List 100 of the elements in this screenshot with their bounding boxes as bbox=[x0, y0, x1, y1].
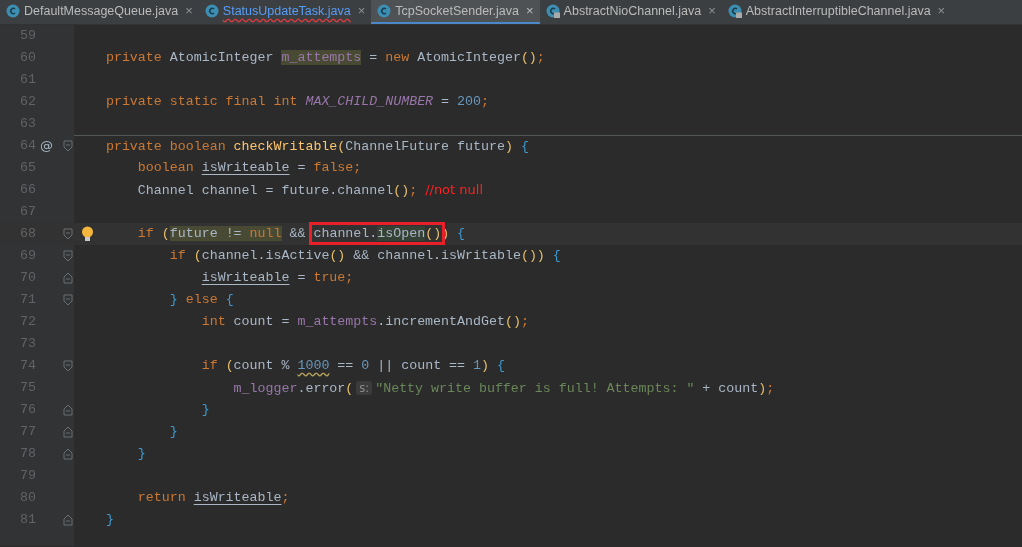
file-tab[interactable]: AbstractNioChannel.java × bbox=[539, 0, 722, 24]
code-token: = bbox=[297, 270, 307, 285]
code-token: ; bbox=[520, 314, 529, 329]
code-token: } bbox=[201, 402, 210, 417]
file-tab[interactable]: DefaultMessageQueue.java × bbox=[0, 0, 199, 24]
code-token: count = bbox=[233, 314, 291, 329]
fold-icon[interactable] bbox=[63, 140, 73, 152]
code-token: 1000 bbox=[297, 358, 330, 373]
fold-icon[interactable] bbox=[63, 514, 73, 526]
code-token: () bbox=[425, 226, 442, 241]
code-token: ) bbox=[504, 139, 513, 154]
close-icon[interactable]: × bbox=[185, 1, 193, 21]
code-token: { bbox=[225, 292, 234, 307]
class-icon bbox=[6, 4, 20, 18]
code-token: private bbox=[105, 50, 163, 65]
code-token: 200 bbox=[457, 94, 481, 109]
code-token: ( bbox=[337, 139, 346, 154]
locked-class-icon bbox=[545, 4, 560, 18]
comment-text: //not null bbox=[425, 182, 483, 197]
code-token: ; bbox=[536, 50, 545, 65]
code-token: && channel.isWritable bbox=[353, 248, 521, 263]
code-token: ChannelFuture future bbox=[345, 139, 505, 154]
code-token: if bbox=[137, 226, 155, 241]
code-token: "Netty write buffer is full! Attempts: " bbox=[375, 381, 695, 396]
code-token: && bbox=[289, 226, 307, 241]
code-token: || count == bbox=[377, 358, 467, 373]
code-token: checkWritable bbox=[233, 139, 338, 154]
code-token: { bbox=[457, 226, 466, 241]
code-token: if bbox=[201, 358, 219, 373]
code-token: int bbox=[201, 314, 227, 329]
code-token: ) bbox=[481, 358, 489, 373]
close-icon[interactable]: × bbox=[526, 1, 534, 21]
code-token: m_attempts bbox=[281, 50, 362, 65]
fold-icon[interactable] bbox=[63, 360, 73, 372]
code-token: channel. bbox=[313, 226, 378, 241]
lightbulb-icon[interactable] bbox=[81, 226, 94, 242]
code-token: else bbox=[185, 292, 219, 307]
code-token: isWriteable bbox=[193, 490, 282, 505]
close-icon[interactable]: × bbox=[708, 1, 716, 21]
fold-icon[interactable] bbox=[63, 404, 73, 416]
code-token: } bbox=[169, 424, 178, 439]
code-token: = bbox=[297, 160, 307, 175]
code-token: false; bbox=[313, 160, 362, 175]
parameter-hint: s: bbox=[356, 381, 373, 395]
code-token: () bbox=[393, 183, 410, 198]
code-token: () bbox=[504, 314, 521, 329]
code-token: ( bbox=[193, 248, 202, 263]
file-tab[interactable]: AbstractInterruptibleChannel.java × bbox=[721, 0, 952, 24]
class-icon bbox=[377, 4, 392, 18]
code-token: private boolean bbox=[105, 139, 227, 154]
code-token: 0 bbox=[361, 358, 370, 373]
code-token: private static final int bbox=[105, 94, 299, 109]
code-token: AtomicInteger bbox=[169, 50, 275, 65]
code-token: ) bbox=[758, 381, 767, 396]
code-token: ()) bbox=[520, 248, 545, 263]
code-token: = bbox=[441, 94, 451, 109]
override-marker: @ bbox=[40, 137, 53, 155]
code-token: true; bbox=[313, 270, 354, 285]
file-tab[interactable]: TcpSocketSender.java × bbox=[371, 0, 540, 24]
code-token: boolean bbox=[137, 160, 195, 175]
fold-icon[interactable] bbox=[63, 228, 73, 240]
locked-class-icon bbox=[727, 4, 742, 18]
code-token: = bbox=[369, 50, 379, 65]
fold-icon[interactable] bbox=[63, 294, 73, 306]
class-icon bbox=[204, 4, 219, 18]
code-token: Channel channel = future.channel bbox=[137, 183, 394, 198]
code-token: m_attempts bbox=[297, 314, 378, 329]
code-token: { bbox=[552, 248, 561, 263]
code-token: ( bbox=[161, 226, 170, 241]
code-token: } bbox=[137, 446, 146, 461]
code-token: 1 bbox=[473, 358, 482, 373]
code-token: count % bbox=[233, 358, 291, 373]
code-token: return bbox=[137, 490, 187, 505]
code-token: .error bbox=[297, 381, 346, 396]
fold-icon[interactable] bbox=[63, 448, 73, 460]
code-token: == bbox=[337, 358, 355, 373]
code-token: ( bbox=[345, 381, 354, 396]
code-token: AtomicInteger bbox=[417, 50, 521, 65]
code-token: () bbox=[329, 248, 346, 263]
code-token: } bbox=[105, 512, 114, 527]
code-token: ; bbox=[481, 94, 489, 109]
code-token: } bbox=[169, 292, 178, 307]
code-token: m_logger bbox=[233, 381, 298, 396]
code-token: { bbox=[497, 358, 505, 373]
close-icon[interactable]: × bbox=[357, 1, 366, 21]
file-tab[interactable]: StatusUpdateTask.java × bbox=[198, 0, 372, 24]
code-token: new bbox=[385, 50, 411, 65]
code-token: { bbox=[520, 139, 529, 154]
code-token: ; bbox=[409, 183, 419, 198]
code-token: null bbox=[249, 226, 282, 241]
code-token: () bbox=[520, 50, 537, 65]
fold-icon[interactable] bbox=[63, 272, 73, 284]
close-icon[interactable]: × bbox=[937, 1, 946, 21]
code-token: ; bbox=[766, 381, 775, 396]
fold-icon[interactable] bbox=[63, 250, 73, 262]
code-token: .incrementAndGet bbox=[377, 314, 505, 329]
fold-icon[interactable] bbox=[63, 426, 73, 438]
code-token: ( bbox=[225, 358, 234, 373]
code-token: + count bbox=[702, 381, 759, 396]
code-token: MAX_CHILD_NUMBER bbox=[305, 94, 434, 109]
